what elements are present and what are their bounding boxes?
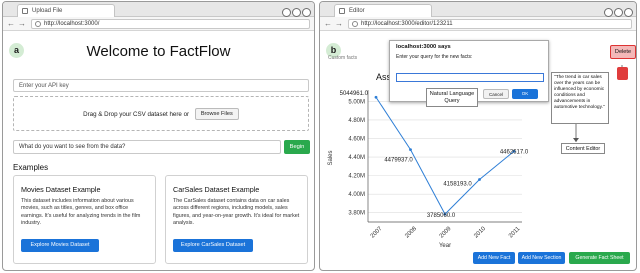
fact-text-box[interactable]: "The trend in car sales over the years c… xyxy=(551,72,609,124)
delete-button[interactable]: Delete xyxy=(610,45,636,59)
example-card-movies: Movies Dataset Example This dataset incl… xyxy=(13,175,156,264)
content-editor-callout: Content Editor xyxy=(561,143,605,154)
dialog-title: localhost:3000 says xyxy=(396,44,451,50)
tab-bar: Upload File xyxy=(3,2,314,17)
add-new-section-button[interactable]: Add New Section xyxy=(518,252,565,264)
add-new-fact-button[interactable]: Add New Fact xyxy=(473,252,515,264)
dialog-query-input[interactable] xyxy=(396,73,544,82)
question-input[interactable]: What do you want to see from the data? xyxy=(13,140,281,154)
minimize-icon[interactable] xyxy=(282,8,291,17)
page-title: Welcome to FactFlow xyxy=(86,43,231,60)
api-key-input[interactable]: Enter your API key xyxy=(13,79,309,92)
csv-drop-zone[interactable]: Drag & Drop your CSV dataset here or Bro… xyxy=(13,96,309,131)
drop-zone-text: Drag & Drop your CSV dataset here or xyxy=(83,111,190,118)
card-title: CarSales Dataset Example xyxy=(173,185,260,194)
example-card-carsales: CarSales Dataset Example The CarSales da… xyxy=(165,175,308,264)
close-icon[interactable] xyxy=(302,8,311,17)
explore-movies-button[interactable]: Explore Movies Dataset xyxy=(21,239,99,252)
upload-window: Upload File ← → http://localhost:3000/ a… xyxy=(2,1,315,271)
explore-carsales-button[interactable]: Explore CarSales Dataset xyxy=(173,239,253,252)
card-title: Movies Dataset Example xyxy=(21,185,101,194)
generate-fact-sheet-button[interactable]: Generate Fact Sheet xyxy=(569,252,630,264)
window-controls xyxy=(281,4,311,17)
begin-button[interactable]: Begin xyxy=(284,140,310,154)
url-field[interactable]: http://localhost:3000/ xyxy=(31,19,310,29)
card-description: This dataset includes information about … xyxy=(21,198,141,227)
nl-query-callout: Natural Language Query xyxy=(426,88,478,107)
address-bar: ← → http://localhost:3000/ xyxy=(3,17,314,31)
tab-label: Upload File xyxy=(32,8,63,14)
maximize-icon[interactable] xyxy=(292,8,301,17)
browse-files-button[interactable]: Browse Files xyxy=(194,108,239,121)
back-arrow-icon[interactable]: ← xyxy=(7,19,15,28)
tab-upload-file[interactable]: Upload File xyxy=(17,4,115,17)
dialog-cancel-button[interactable]: Cancel xyxy=(483,89,509,99)
editor-window: Editor ← → http://localhost:3000/editor/… xyxy=(319,1,637,271)
dialog-message: Enter your query for the new facts: xyxy=(396,54,473,60)
url-text: http://localhost:3000/ xyxy=(44,21,100,27)
card-description: The CarSales dataset contains data on ca… xyxy=(173,198,300,227)
page-icon xyxy=(22,8,28,14)
examples-heading: Examples xyxy=(13,163,49,172)
dialog-ok-button[interactable]: OK xyxy=(512,89,538,99)
globe-icon xyxy=(35,21,41,27)
forward-arrow-icon[interactable]: → xyxy=(18,19,26,28)
delete-icon[interactable] xyxy=(617,67,628,80)
